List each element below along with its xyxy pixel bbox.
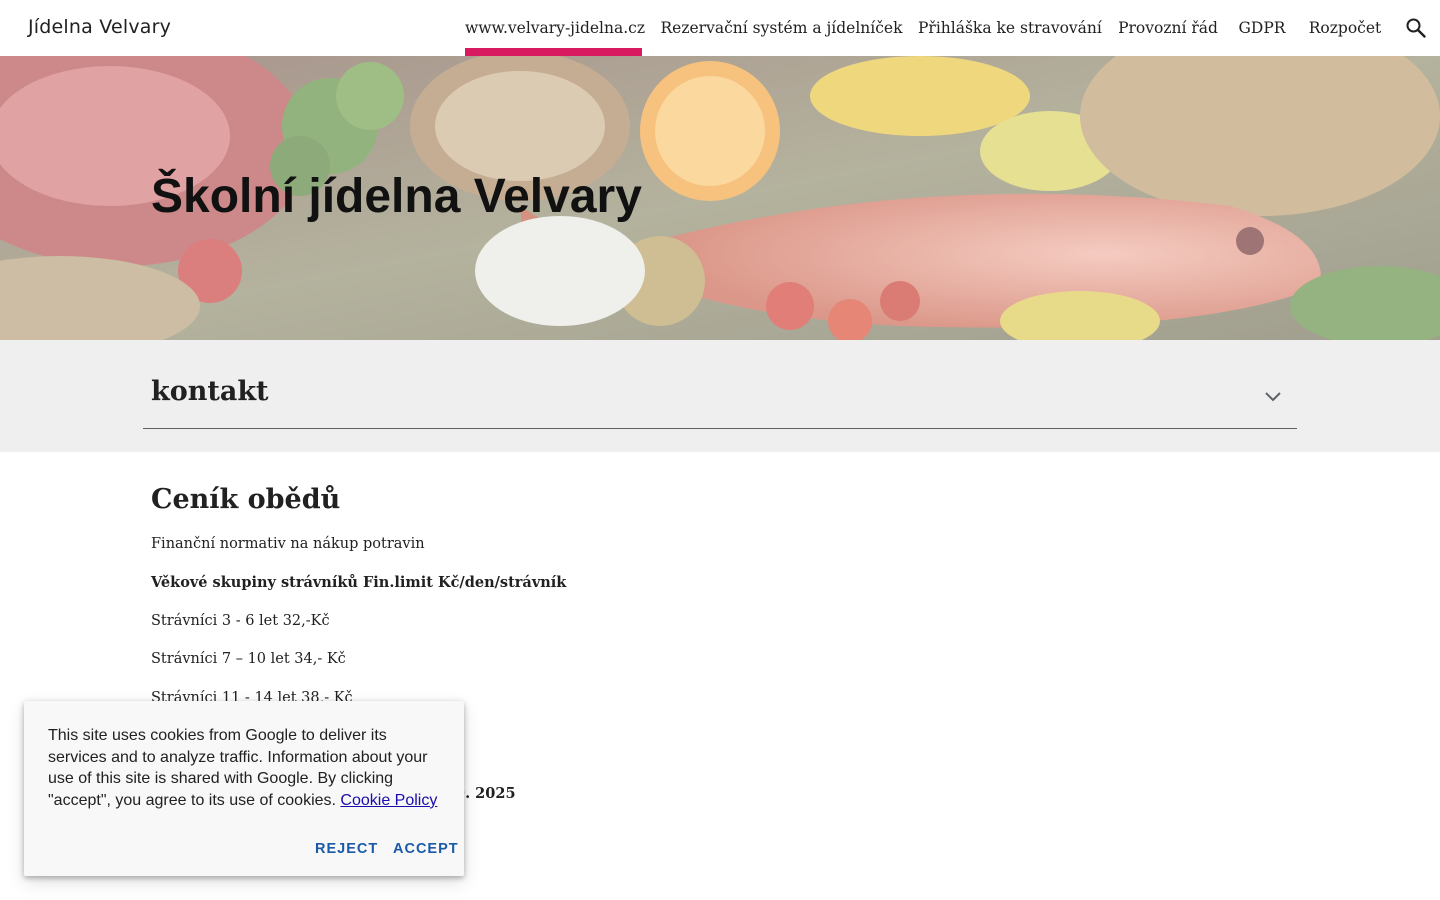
nav-item-home[interactable]: www.velvary-jidelna.cz: [465, 0, 645, 56]
site-header: Jídelna Velvary www.velvary-jidelna.cz R…: [0, 0, 1440, 56]
nav-item-gdpr[interactable]: GDPR: [1236, 0, 1288, 56]
collapsible-section: kontakt: [0, 340, 1440, 452]
chevron-down-icon[interactable]: [1261, 384, 1285, 408]
paragraph-price-7-10: Strávníci 7 – 10 let 34,- Kč: [151, 651, 346, 667]
paragraph-date: 9. 2025: [455, 785, 516, 802]
nav-item-reservations[interactable]: Rezervační systém a jídelníček: [660, 0, 903, 56]
collapsible-title: kontakt: [151, 376, 269, 407]
section-heading: Ceník obědů: [151, 484, 341, 515]
site-title[interactable]: Jídelna Velvary: [28, 16, 171, 38]
accept-button[interactable]: ACCEPT: [393, 841, 459, 857]
nav-item-registration[interactable]: Přihláška ke stravování: [918, 0, 1102, 56]
nav-item-budget[interactable]: Rozpočet: [1304, 0, 1386, 56]
collapsible-header[interactable]: kontakt: [143, 362, 1297, 429]
hero-banner: Školní jídelna Velvary: [0, 56, 1440, 340]
search-icon[interactable]: [1404, 16, 1428, 40]
cookie-banner: This site uses cookies from Google to de…: [24, 701, 464, 876]
paragraph-age-groups: Věkové skupiny strávníků Fin.limit Kč/de…: [151, 574, 567, 591]
page-title: Školní jídelna Velvary: [151, 170, 642, 223]
cookie-policy-link[interactable]: Cookie Policy: [340, 792, 437, 809]
paragraph-price-3-6: Strávníci 3 - 6 let 32,-Kč: [151, 613, 330, 629]
reject-button[interactable]: REJECT: [315, 841, 378, 857]
main-content: Ceník obědů Finanční normativ na nákup p…: [151, 484, 1151, 802]
nav-item-operating-rules[interactable]: Provozní řád: [1116, 0, 1220, 56]
cookie-message: This site uses cookies from Google to de…: [48, 725, 440, 811]
paragraph-food-norm: Finanční normativ na nákup potravin: [151, 536, 425, 552]
